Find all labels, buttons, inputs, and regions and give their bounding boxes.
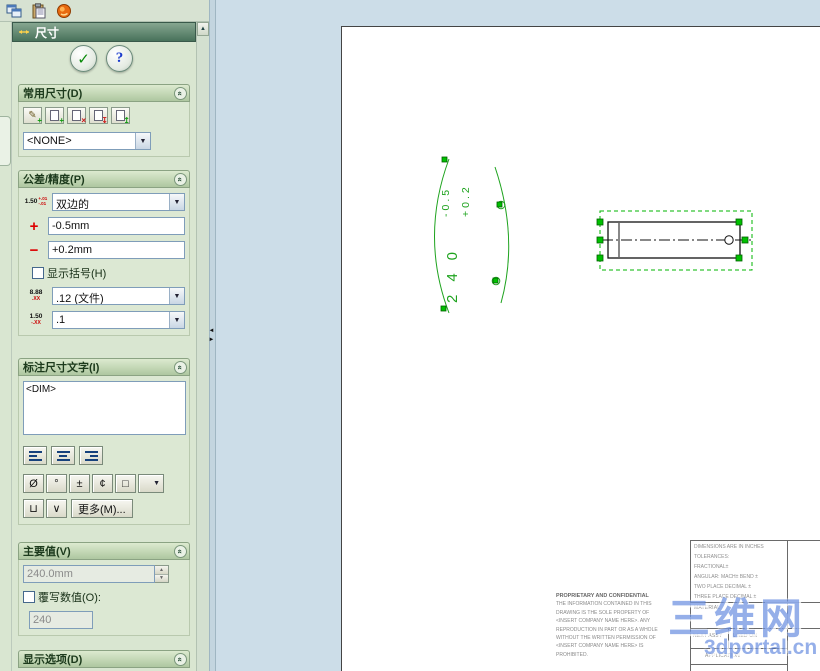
more-symbols-dropdown[interactable]: ▼: [138, 474, 164, 493]
justify-right-icon: [84, 450, 98, 461]
spinner-down-icon[interactable]: ▼: [155, 574, 168, 582]
square-symbol-button[interactable]: □: [115, 474, 136, 493]
text-line: ANGULAR: MACH± BEND ±: [694, 574, 758, 580]
override-value-input[interactable]: [29, 611, 93, 629]
load-favorite-icon[interactable]: ↥: [111, 107, 130, 125]
collapse-chevron-icon[interactable]: «: [174, 360, 187, 374]
tile-windows-icon[interactable]: [3, 1, 25, 20]
favorites-toolbar: ✎ + + × ↧ ↥: [23, 107, 185, 125]
save-favorite-icon[interactable]: ↧: [89, 107, 108, 125]
solidworks-window: DIMENSIONS ARE IN INCHES TOLERANCES: FRACT…: [0, 0, 820, 671]
group-display-options: 显示选项(D) «: [18, 650, 190, 668]
panel-actions: ✓ ?: [70, 45, 133, 72]
group-dimension-text: 标注尺寸文字(I) « <DIM> Ø ° ± ¢ □ ▼ ⊔ ∨ 更多(M).…: [18, 358, 190, 525]
primary-precision-icon: 8.88 .XX: [29, 288, 43, 302]
text-line: FRACTIONAL±: [694, 564, 729, 570]
chevron-down-icon[interactable]: ▼: [135, 133, 150, 149]
justify-right-button[interactable]: [79, 446, 103, 465]
collapse-chevron-icon[interactable]: «: [174, 544, 187, 558]
clipboard-icon[interactable]: [28, 1, 50, 20]
justify-center-icon: [56, 450, 70, 461]
splitter-left-icon: ◄: [208, 328, 215, 334]
tolerance-type-icon: 1.50 +.01 -.01: [24, 196, 48, 206]
justify-buttons: [23, 446, 185, 465]
group-favorites: 常用尺寸(D) « ✎ + + × ↧ ↥ <NONE> ▼: [18, 84, 190, 157]
min-variation-input[interactable]: [48, 241, 185, 259]
max-variation-sign: +: [29, 217, 39, 235]
group-tolerance-label: 公差/精度(P): [23, 174, 85, 186]
primary-precision-value: .12 (文件): [56, 293, 104, 304]
tolerance-precision-dropdown[interactable]: .1 ▼: [52, 311, 185, 329]
plus-minus-symbol-button[interactable]: ±: [69, 474, 90, 493]
override-value-checkbox[interactable]: [23, 591, 35, 603]
centerline-symbol-button[interactable]: ¢: [92, 474, 113, 493]
primary-value-spinner[interactable]: ▲ ▼: [155, 565, 169, 583]
override-value-label: 覆写数值(O):: [38, 592, 101, 604]
tolerance-precision-value: .1: [56, 314, 66, 326]
primary-precision-dropdown[interactable]: .12 (文件) ▼: [52, 287, 185, 305]
countersink-symbol-button[interactable]: ∨: [46, 499, 67, 518]
collapse-chevron-icon[interactable]: «: [174, 652, 187, 666]
group-display-options-header[interactable]: 显示选项(D) «: [18, 650, 190, 668]
spinner-up-icon[interactable]: ▲: [155, 566, 168, 575]
favorites-dropdown[interactable]: <NONE> ▼: [23, 132, 151, 150]
show-parentheses-checkbox[interactable]: [32, 267, 44, 279]
titleblock-line: [690, 664, 787, 665]
group-dimension-text-header[interactable]: 标注尺寸文字(I) «: [18, 358, 190, 376]
justify-center-button[interactable]: [51, 446, 75, 465]
counterbore-symbol-button[interactable]: ⊔: [23, 499, 44, 518]
apply-default-icon[interactable]: ✎ +: [23, 107, 42, 125]
performance-icon[interactable]: [53, 1, 75, 20]
group-favorites-label: 常用尺寸(D): [23, 88, 83, 100]
group-display-options-label: 显示选项(D): [23, 654, 83, 666]
group-primary-value-label: 主要值(V): [23, 546, 71, 558]
titleblock-line: [690, 540, 820, 541]
group-primary-value: 主要值(V) « ▲▼ 覆写数值(O):: [18, 542, 190, 636]
ok-button[interactable]: ✓: [70, 45, 97, 72]
show-parentheses-label: 显示括号(H): [47, 268, 107, 280]
more-symbols-button[interactable]: 更多(M)...: [71, 499, 133, 518]
symbol-buttons: Ø ° ± ¢ □ ▼: [23, 474, 185, 493]
watermark-url: 3dportal.cn: [704, 636, 818, 659]
splitter-right-icon: ►: [208, 337, 215, 343]
chevron-down-icon[interactable]: ▼: [169, 194, 184, 210]
text-line: DIMENSIONS ARE IN INCHES: [694, 544, 764, 550]
min-variation-sign: −: [29, 241, 39, 259]
tolerance-type-dropdown[interactable]: 双边的 ▼: [52, 193, 185, 211]
group-favorites-header[interactable]: 常用尺寸(D) «: [18, 84, 190, 102]
watermark: 三维网 3dportal.cn: [668, 596, 817, 660]
text-line: TWO PLACE DECIMAL ±: [694, 584, 752, 590]
dimension-text-area[interactable]: <DIM>: [23, 381, 186, 435]
top-toolbar: [0, 0, 209, 22]
group-primary-value-header[interactable]: 主要值(V) «: [18, 542, 190, 560]
panel-flyout-tab[interactable]: [0, 116, 11, 166]
favorites-dropdown-value: <NONE>: [27, 135, 72, 147]
panel-scrollbar[interactable]: ▲: [196, 22, 209, 671]
max-variation-input[interactable]: [48, 217, 185, 235]
splitter-handle[interactable]: ◄ ►: [209, 328, 215, 343]
primary-value-input[interactable]: [23, 565, 155, 583]
property-manager-header: 尺寸: [12, 22, 196, 42]
add-favorite-icon[interactable]: +: [45, 107, 64, 125]
degree-symbol-button[interactable]: °: [46, 474, 67, 493]
collapse-chevron-icon[interactable]: «: [174, 86, 187, 100]
delete-favorite-icon[interactable]: ×: [67, 107, 86, 125]
group-tolerance-header[interactable]: 公差/精度(P) «: [18, 170, 190, 188]
collapse-chevron-icon[interactable]: «: [174, 172, 187, 186]
titleblock-notes: DIMENSIONS ARE IN INCHES TOLERANCES: FRACT…: [694, 542, 790, 602]
diameter-symbol-button[interactable]: Ø: [23, 474, 44, 493]
help-button[interactable]: ?: [106, 45, 133, 72]
scroll-up-icon[interactable]: ▲: [197, 22, 209, 36]
justify-left-icon: [28, 450, 42, 461]
chevron-down-icon[interactable]: ▼: [169, 312, 184, 328]
panel-title: 尺寸: [35, 25, 60, 40]
group-tolerance: 公差/精度(P) « 1.50 +.01 -.01 双边的 ▼ + -0.5mm…: [18, 170, 190, 336]
group-dimension-text-label: 标注尺寸文字(I): [23, 362, 100, 374]
justify-left-button[interactable]: [23, 446, 47, 465]
text-line: TOLERANCES:: [694, 554, 730, 560]
tolerance-type-value: 双边的: [56, 199, 89, 210]
chevron-down-icon[interactable]: ▼: [169, 288, 184, 304]
dimension-icon: [19, 30, 29, 34]
tolerance-precision-icon: 1.50 -.XX: [29, 312, 43, 326]
